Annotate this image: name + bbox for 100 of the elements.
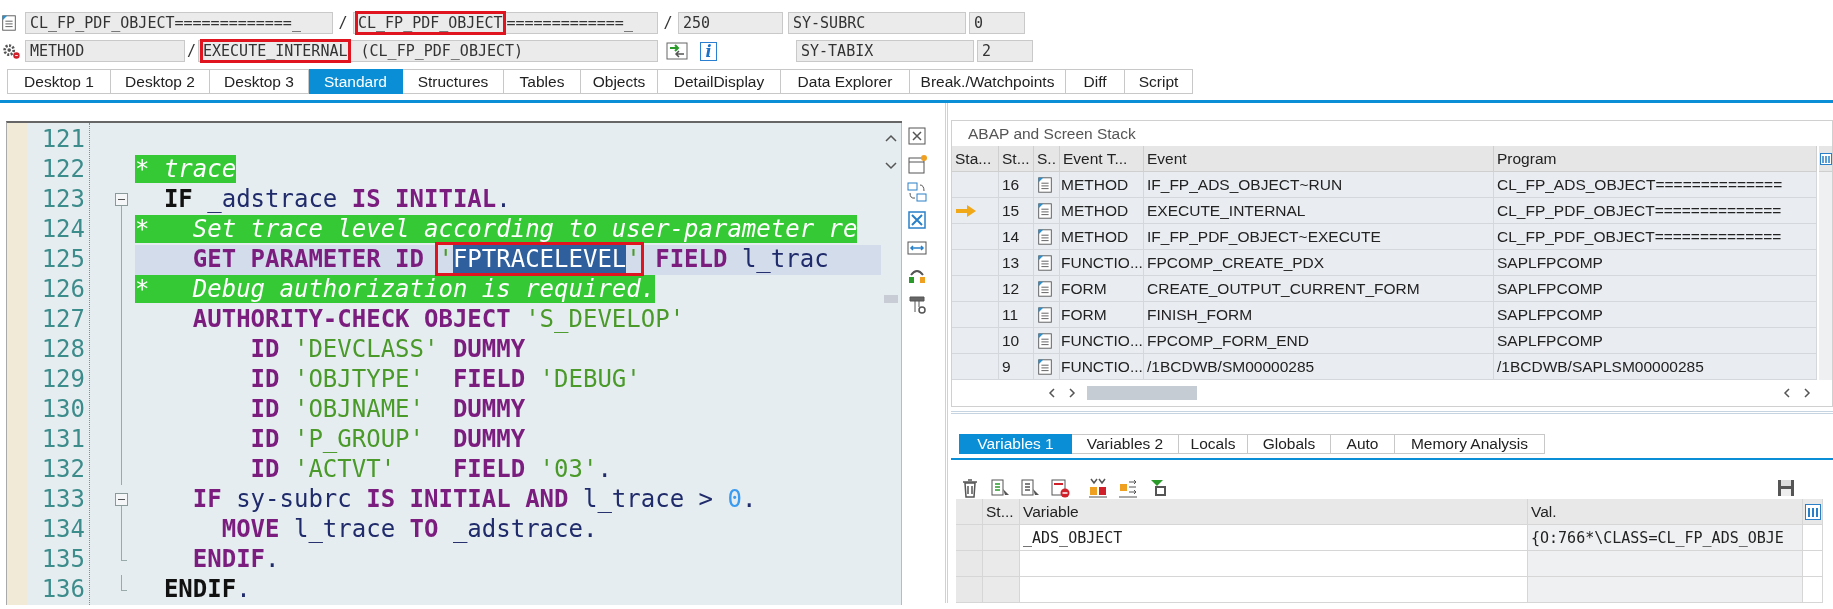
table-cell: METHOD <box>1060 198 1144 224</box>
table-cell[interactable]: FPCOMP_FORM_END <box>1144 328 1494 354</box>
table-cell[interactable]: FINISH_FORM <box>1144 302 1494 328</box>
column-header[interactable]: St... <box>983 499 1020 525</box>
include-field: CL_FP_PDF_OBJECT=============_ <box>25 12 333 34</box>
tab[interactable]: Script <box>1125 69 1193 94</box>
tools-icon[interactable] <box>906 293 928 315</box>
program-icon <box>1036 226 1054 247</box>
tab[interactable]: Data Explorer <box>781 69 910 94</box>
code-text: l_trac <box>741 245 829 273</box>
field-text: =============_ <box>506 14 633 32</box>
swap-icon[interactable] <box>906 181 928 203</box>
code-line: AUTHORITY-CHECK OBJECT 'S_DEVELOP' <box>191 305 686 335</box>
fullscreen-icon[interactable] <box>906 209 928 231</box>
save-icon[interactable] <box>1775 477 1797 499</box>
table-cell[interactable]: FPCOMP_CREATE_PDX <box>1144 250 1494 276</box>
table-cell <box>983 577 1020 603</box>
table-cell[interactable]: IF_FP_PDF_OBJECT~EXECUTE <box>1144 224 1494 250</box>
scroll-right-icon[interactable] <box>1067 387 1077 399</box>
table-cell[interactable]: /1BCDWB/SM00000285 <box>1144 354 1494 380</box>
scroll-thumb[interactable] <box>884 295 898 303</box>
tab[interactable]: DetailDisplay <box>658 69 781 94</box>
table-cell[interactable] <box>1020 551 1528 577</box>
tab[interactable]: Structures <box>403 69 504 94</box>
tab[interactable]: Desktop 3 <box>210 69 309 94</box>
table-cell: 12 <box>999 276 1034 302</box>
scroll-down-icon[interactable] <box>884 161 898 171</box>
merge-icon[interactable] <box>1087 477 1109 499</box>
separator-text: / <box>662 14 674 32</box>
insert-icon[interactable] <box>989 477 1011 499</box>
selected-text: FPTRACELEVEL <box>452 245 627 273</box>
code-line: IF _adstrace IS INITIAL. <box>162 185 512 215</box>
scroll-thumb[interactable] <box>1087 386 1197 400</box>
code-line: ENDIF. <box>162 575 252 605</box>
sysvar-value-field: 0 <box>969 12 1025 34</box>
table-cell[interactable]: CREATE_OUTPUT_CURRENT_FORM <box>1144 276 1494 302</box>
tab[interactable]: Tables <box>504 69 581 94</box>
sysvar-name-field: SY-SUBRC <box>788 12 966 34</box>
code-text: GET PARAMETER ID <box>191 245 425 273</box>
column-header[interactable]: Event T... <box>1060 146 1144 172</box>
transfer-icon[interactable] <box>666 41 688 61</box>
tab[interactable]: Globals <box>1248 434 1331 454</box>
tab[interactable]: Variables 2 <box>1072 434 1179 454</box>
close-icon[interactable] <box>906 125 928 147</box>
table-cell: SAPLFPCOMP <box>1494 250 1817 276</box>
info-button[interactable]: i <box>700 41 717 61</box>
tab[interactable]: Memory Analysis <box>1395 434 1545 454</box>
column-header[interactable]: St... <box>999 146 1034 172</box>
table-cell: FUNCTIO... <box>1060 328 1144 354</box>
separator-text: / <box>337 14 349 32</box>
line-number: 132 <box>40 455 86 485</box>
table-cell: FUNCTIO... <box>1060 250 1144 276</box>
variable-cell[interactable]: _ADS_OBJECT <box>1020 525 1528 551</box>
column-header[interactable]: Sta... <box>952 146 999 172</box>
scroll-left-icon[interactable] <box>1782 387 1792 399</box>
remove-icon[interactable] <box>1049 477 1071 499</box>
column-header[interactable]: Variable <box>1020 499 1528 525</box>
tab[interactable]: Diff <box>1066 69 1125 94</box>
table-cell: FORM <box>1060 276 1144 302</box>
code-text: FIELD <box>654 245 729 273</box>
tab[interactable]: Variables 1 <box>959 434 1072 454</box>
collapse-icon[interactable] <box>115 493 128 506</box>
tab[interactable]: Auto <box>1331 434 1395 454</box>
table-cell: SAPLFPCOMP <box>1494 328 1817 354</box>
grid-settings-icon[interactable] <box>1804 503 1821 520</box>
scroll-up-icon[interactable] <box>884 133 898 143</box>
scroll-left-icon[interactable] <box>1047 387 1057 399</box>
tab[interactable]: Locals <box>1179 434 1248 454</box>
code-line: ID 'P_GROUP' DUMMY <box>249 425 527 455</box>
scroll-right-icon[interactable] <box>1802 387 1812 399</box>
value-cell: {O:766*\CLASS=CL_FP_ADS_OBJE <box>1528 525 1803 551</box>
column-header[interactable]: S.. <box>1034 146 1060 172</box>
tab[interactable]: Break./Watchpoints <box>910 69 1066 94</box>
table-cell[interactable]: IF_FP_ADS_OBJECT~RUN <box>1144 172 1494 198</box>
table-cell: METHOD <box>1060 172 1144 198</box>
new-window-icon[interactable] <box>906 153 928 175</box>
column-header[interactable]: Event <box>1144 146 1494 172</box>
table-cell[interactable] <box>1020 577 1528 603</box>
tab[interactable]: Desktop 1 <box>7 69 111 94</box>
column-header[interactable]: Program <box>1494 146 1817 172</box>
table-cell: 11 <box>999 302 1034 328</box>
tab[interactable]: Desktop 2 <box>111 69 210 94</box>
select-icon[interactable] <box>1019 477 1041 499</box>
line-number: 125 <box>40 245 86 275</box>
tab[interactable]: Standard <box>309 69 403 94</box>
grid-settings-icon[interactable] <box>1819 152 1832 165</box>
table-cell[interactable]: EXECUTE_INTERNAL <box>1144 198 1494 224</box>
table-cell: 9 <box>999 354 1034 380</box>
table-cell: SAPLFPCOMP <box>1494 302 1817 328</box>
code-line: ID 'ACTVT' FIELD '03'. <box>249 455 613 485</box>
line-number: 136 <box>40 575 86 605</box>
column-header[interactable]: Val. <box>1528 499 1803 525</box>
line-number: 121 <box>40 125 86 155</box>
collapse-icon[interactable] <box>115 193 128 206</box>
table-cell: 13 <box>999 250 1034 276</box>
table-cell <box>983 551 1020 577</box>
table-cell <box>983 525 1020 551</box>
tab[interactable]: Objects <box>581 69 658 94</box>
annotation-frame: CL_FP_PDF_OBJECT <box>358 14 503 32</box>
split-icon[interactable] <box>1117 477 1139 499</box>
